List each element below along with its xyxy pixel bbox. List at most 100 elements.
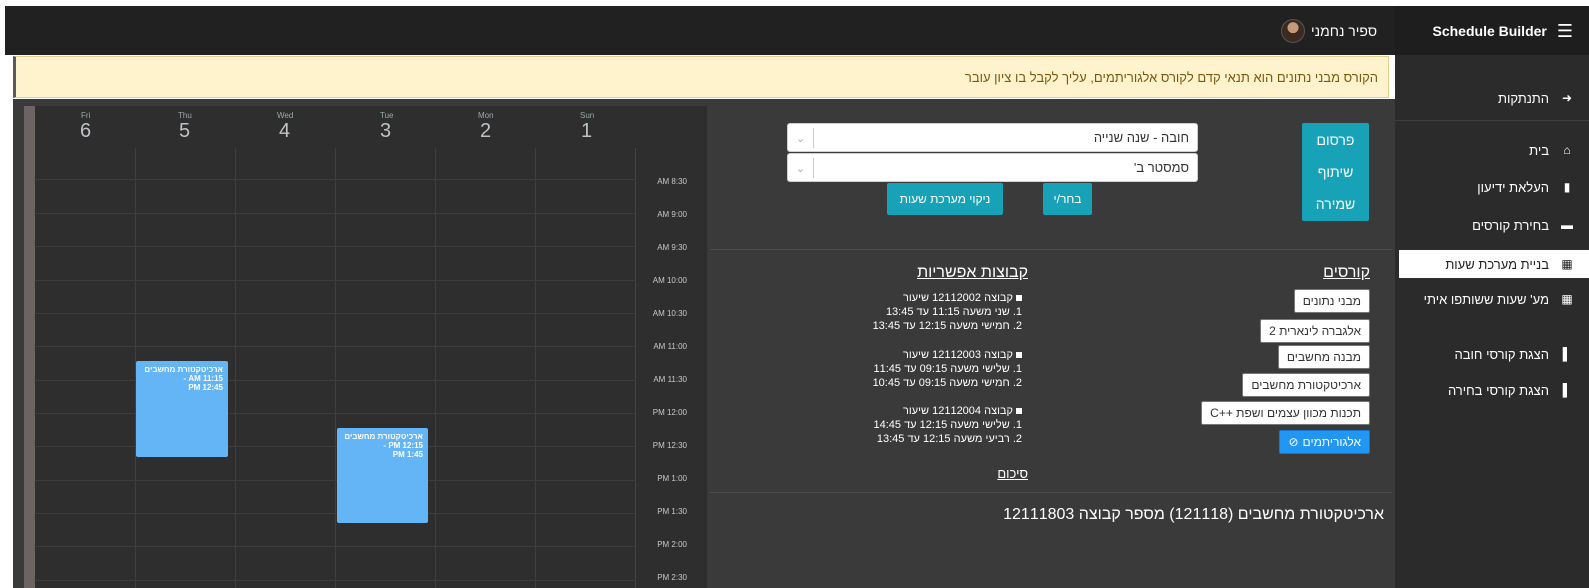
clear-schedule-button[interactable]: ניקוי מערכת שעות bbox=[887, 183, 1003, 215]
save-button[interactable]: שמירה bbox=[1302, 187, 1369, 219]
day-number: 3 bbox=[380, 120, 392, 142]
time-axis: AM 8:30 AM 9:00 AM 9:30 AM 10:00 AM 10:3… bbox=[635, 148, 707, 588]
day-name: Tue bbox=[380, 111, 394, 120]
choose-button[interactable]: בחר/י bbox=[1043, 183, 1092, 215]
sidebar-item-logout[interactable]: התנתקות ➜ bbox=[1395, 84, 1589, 112]
semester-select[interactable]: סמסטר ב' ⌄ bbox=[787, 153, 1198, 182]
grid-row-line bbox=[35, 213, 635, 214]
course-button-algorithms[interactable]: אלגוריתמים ⊘ bbox=[1279, 430, 1370, 454]
sidebar-item-elective-courses[interactable]: הצגת קורסי בחירה ▌ bbox=[1395, 376, 1589, 404]
course-button-computer-architecture[interactable]: ארכיטקטורת מחשבים bbox=[1242, 373, 1370, 397]
year-select-value: חובה - שנה שנייה bbox=[1093, 130, 1189, 145]
time-label: AM 10:30 bbox=[652, 309, 687, 318]
sidebar-item-build-schedule[interactable]: בניית מערכת שעות ▦ bbox=[1399, 250, 1589, 278]
checkbox-icon[interactable] bbox=[1016, 408, 1022, 415]
group-header: קבוצה 12112003 שיעור bbox=[903, 349, 1013, 361]
day-header-wed: Wed 4 bbox=[235, 106, 336, 148]
grid-row-line bbox=[35, 179, 635, 180]
time-label: AM 9:30 bbox=[657, 243, 687, 252]
selected-course-info: ארכיטקטורת מחשבים (121118) מספר קבוצה 12… bbox=[1003, 506, 1384, 523]
time-label: AM 9:00 bbox=[657, 210, 687, 219]
group-line: 2. חמישי משעה 12:15 עד 13:45 bbox=[872, 320, 1022, 332]
day-name: Mon bbox=[478, 111, 494, 120]
year-select[interactable]: חובה - שנה שנייה ⌄ bbox=[787, 123, 1198, 152]
sidebar-item-course-selection[interactable]: בחירת קורסים ▬ bbox=[1395, 211, 1589, 239]
grid-row-line bbox=[35, 446, 635, 447]
sidebar-item-label: הצגת קורסי חובה bbox=[1454, 346, 1549, 362]
grid-row-line bbox=[35, 346, 635, 347]
course-button-data-structures[interactable]: מבני נתונים bbox=[1293, 289, 1370, 313]
group-header: קבוצה 12112004 שיעור bbox=[903, 405, 1013, 417]
day-number: 6 bbox=[80, 120, 92, 142]
group-header: קבוצה 12112002 שיעור bbox=[903, 292, 1013, 304]
day-number: 1 bbox=[581, 120, 593, 142]
checkbox-icon[interactable] bbox=[1016, 295, 1022, 302]
calendar-scroll-edge[interactable] bbox=[24, 106, 35, 588]
top-bar: ספיר נחמני bbox=[5, 6, 1395, 55]
checkbox-icon[interactable] bbox=[1016, 352, 1022, 359]
group-line: 1. שלישי משעה 12:15 עד 14:45 bbox=[873, 419, 1023, 431]
publish-button[interactable]: פרסום bbox=[1302, 123, 1369, 155]
grid-row-line bbox=[35, 280, 635, 281]
inbox-icon: ▬ bbox=[1561, 218, 1573, 232]
grid-row-line bbox=[35, 546, 635, 547]
semester-select-value: סמסטר ב' bbox=[1133, 160, 1189, 175]
calendar-event[interactable]: ארכיטקטורת מחשבים PM 12:15 - PM 1:45 bbox=[337, 428, 428, 523]
brand-title: Schedule Builder bbox=[1432, 22, 1547, 39]
group-option[interactable]: קבוצה 12112003 שיעור 1. שלישי משעה 09:15… bbox=[873, 348, 1022, 390]
check-circle-icon: ⊘ bbox=[1288, 435, 1299, 449]
hamburger-menu-icon[interactable]: ☰ bbox=[1557, 22, 1573, 40]
calendar-event[interactable]: ארכיטקטורת מחשבים AM 11:15 - PM 12:45 bbox=[136, 361, 228, 457]
group-line: 1. שני משעה 11:15 עד 13:45 bbox=[885, 306, 1022, 318]
day-header-fri: Fri 6 bbox=[35, 106, 136, 148]
time-label: PM 1:00 bbox=[657, 474, 687, 483]
group-line: 2. חמישי משעה 09:15 עד 10:45 bbox=[872, 377, 1022, 389]
sidebar-item-label: העלאת ידיעון bbox=[1477, 179, 1549, 195]
left-margin bbox=[0, 0, 5, 588]
grid-row-line bbox=[35, 413, 635, 414]
time-label: AM 11:30 bbox=[653, 375, 687, 384]
calendar-icon: ▦ bbox=[1561, 257, 1573, 271]
sidebar-item-home[interactable]: בית ⌂ bbox=[1395, 136, 1589, 164]
summary-link[interactable]: סיכום bbox=[997, 466, 1028, 481]
group-option[interactable]: קבוצה 12112004 שיעור 1. שלישי משעה 12:15… bbox=[873, 404, 1023, 446]
group-line: 2. רביעי משעה 12:15 עד 13:45 bbox=[876, 433, 1022, 445]
sidebar-divider bbox=[1395, 120, 1589, 121]
prerequisite-warning-banner: הקורס מבני נתונים הוא תנאי קדם לקורס אלג… bbox=[13, 56, 1389, 98]
avatar[interactable] bbox=[1281, 19, 1306, 43]
schedule-controls-panel: חובה - שנה שנייה ⌄ סמסטר ב' ⌄ בחר/י ניקו… bbox=[710, 106, 1392, 588]
group-option[interactable]: קבוצה 12112002 שיעור 1. שני משעה 11:15 ע… bbox=[873, 291, 1022, 333]
day-header-thu: Thu 5 bbox=[135, 106, 236, 148]
event-start: PM 12:15 - bbox=[383, 441, 423, 450]
group-line: 1. שלישי משעה 09:15 עד 11:45 bbox=[873, 363, 1023, 375]
course-button-oop-cpp[interactable]: תכנות מכוון עצמים ושפת ++C bbox=[1201, 401, 1370, 425]
grid-row-line bbox=[35, 246, 635, 247]
sidebar-item-label: מע' שעות ששותפו איתי bbox=[1423, 291, 1549, 307]
time-label: PM 12:00 bbox=[652, 408, 687, 417]
sidebar-item-required-courses[interactable]: הצגת קורסי חובה ▌ bbox=[1395, 340, 1589, 368]
section-divider bbox=[710, 492, 1392, 493]
sidebar-item-label: בחירת קורסים bbox=[1472, 217, 1549, 233]
grid-column-line bbox=[235, 148, 236, 588]
banner-text: הקורס מבני נתונים הוא תנאי קדם לקורס אלג… bbox=[964, 69, 1378, 85]
courses-title: קורסים bbox=[1323, 264, 1370, 281]
groups-title: קבוצות אפשריות bbox=[917, 264, 1028, 281]
time-label: PM 12:30 bbox=[652, 441, 687, 450]
grid-column-line bbox=[335, 148, 336, 588]
course-button-linear-algebra-2[interactable]: אלגברה לינארית 2 bbox=[1260, 319, 1370, 343]
share-button[interactable]: שיתוף bbox=[1302, 155, 1369, 187]
course-button-computer-structure[interactable]: מבנה מחשבים bbox=[1277, 345, 1370, 369]
app-root: ספיר נחמני Schedule Builder ☰ התנתקות ➜ … bbox=[0, 0, 1589, 588]
sidebar-item-upload-catalog[interactable]: העלאת ידיעון ▮ bbox=[1395, 173, 1589, 201]
time-label: AM 11:00 bbox=[653, 342, 687, 351]
bookmark-icon: ▌ bbox=[1562, 347, 1572, 361]
user-menu[interactable]: ספיר נחמני bbox=[1281, 19, 1377, 43]
day-name: Wed bbox=[277, 111, 294, 120]
sidebar-item-shared-schedules[interactable]: מע' שעות ששותפו איתי ▦ bbox=[1395, 285, 1589, 313]
bookmark-icon: ▌ bbox=[1562, 383, 1572, 397]
home-icon: ⌂ bbox=[1563, 143, 1571, 157]
event-end: PM 12:45 bbox=[188, 383, 223, 392]
sidebar-item-label: בית bbox=[1529, 142, 1549, 158]
grid-row-line bbox=[35, 313, 635, 314]
day-name: Thu bbox=[178, 111, 192, 120]
